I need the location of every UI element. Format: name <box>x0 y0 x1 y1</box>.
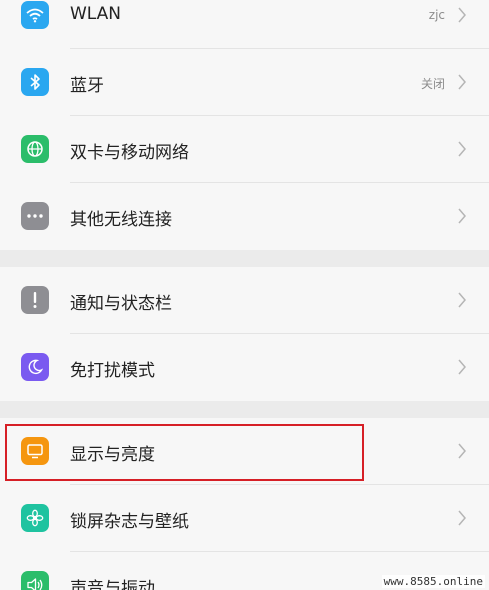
settings-item-value: zjc <box>428 8 445 22</box>
settings-item-notifications[interactable]: 通知与状态栏 <box>0 267 489 334</box>
watermark: www.8585.online <box>381 575 485 588</box>
settings-item-wlan[interactable]: WLAN zjc <box>0 0 489 49</box>
settings-page: WLAN zjc 蓝牙 关闭 双卡与移动网络 其他无线连接 通知与状态栏 免打扰… <box>0 0 489 590</box>
section-gap <box>0 401 489 418</box>
settings-item-dnd[interactable]: 免打扰模式 <box>0 334 489 401</box>
settings-item-value: 关闭 <box>420 77 445 91</box>
globe-icon <box>21 135 49 163</box>
speaker-icon <box>21 571 49 590</box>
settings-item-label: 声音与振动 <box>70 579 155 590</box>
chevron-right-icon <box>458 7 466 23</box>
chevron-right-icon <box>458 208 466 224</box>
flower-icon <box>21 504 49 532</box>
chevron-right-icon <box>458 74 466 90</box>
section-gap <box>0 250 489 267</box>
chevron-right-icon <box>458 292 466 308</box>
chevron-right-icon <box>458 443 466 459</box>
chevron-right-icon <box>458 359 466 375</box>
exclamation-icon <box>21 286 49 314</box>
wifi-icon <box>21 1 49 29</box>
settings-item-label: 双卡与移动网络 <box>70 143 189 163</box>
settings-item-bluetooth[interactable]: 蓝牙 关闭 <box>0 49 489 116</box>
settings-item-label: WLAN <box>70 4 122 24</box>
settings-item-display[interactable]: 显示与亮度 <box>0 418 489 485</box>
settings-item-label: 显示与亮度 <box>70 445 155 465</box>
settings-item-label: 其他无线连接 <box>70 210 172 230</box>
settings-item-lockscreen[interactable]: 锁屏杂志与壁纸 <box>0 485 489 552</box>
settings-item-label: 蓝牙 <box>70 76 104 96</box>
settings-item-label: 免打扰模式 <box>70 361 155 381</box>
more-icon <box>21 202 49 230</box>
chevron-right-icon <box>458 510 466 526</box>
monitor-icon <box>21 437 49 465</box>
settings-item-label: 锁屏杂志与壁纸 <box>70 512 189 532</box>
moon-icon <box>21 353 49 381</box>
settings-item-more-wireless[interactable]: 其他无线连接 <box>0 183 489 250</box>
bluetooth-icon <box>21 68 49 96</box>
settings-item-dual-sim[interactable]: 双卡与移动网络 <box>0 116 489 183</box>
chevron-right-icon <box>458 141 466 157</box>
settings-item-label: 通知与状态栏 <box>70 294 172 314</box>
